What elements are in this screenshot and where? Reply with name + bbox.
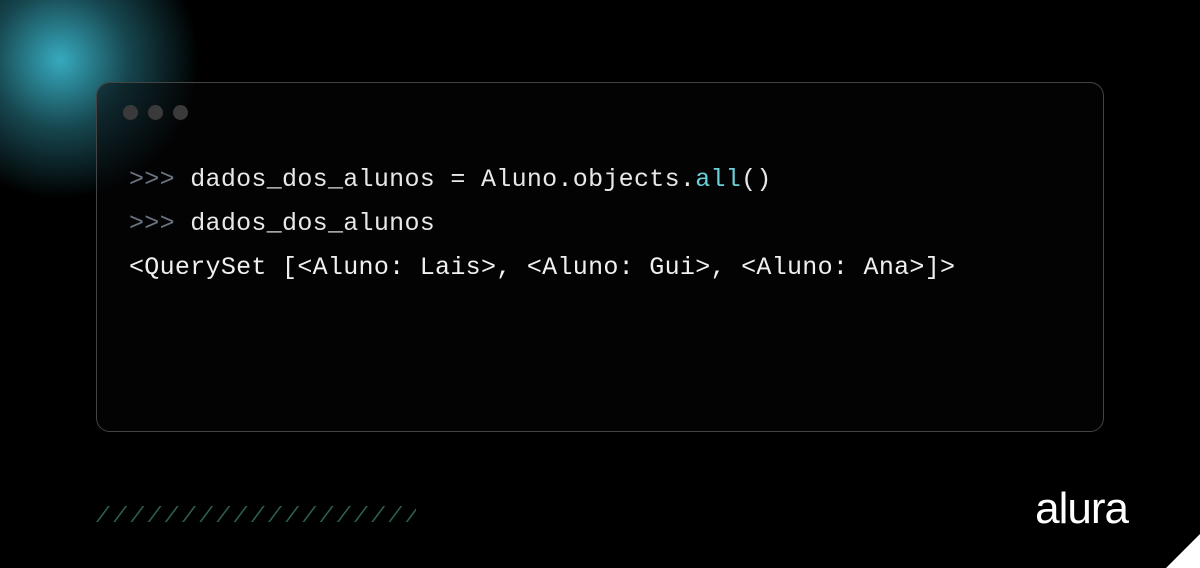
window-control-close-icon xyxy=(123,105,138,120)
prompt: >>> xyxy=(129,165,190,194)
method-highlight: all xyxy=(695,165,741,194)
window-control-minimize-icon xyxy=(148,105,163,120)
corner-cut-decoration xyxy=(1166,532,1200,568)
window-control-maximize-icon xyxy=(173,105,188,120)
brand-logo: alura xyxy=(1035,484,1128,534)
code-content: >>> dados_dos_alunos = Aluno.objects.all… xyxy=(97,120,1103,289)
output-line: <QuerySet [<Aluno: Lais>, <Aluno: Gui>, … xyxy=(129,246,1071,290)
code-line-2: >>> dados_dos_alunos xyxy=(129,202,1071,246)
code-text: dados_dos_alunos = Aluno.objects. xyxy=(190,165,695,194)
window-controls xyxy=(97,83,1103,120)
code-text: () xyxy=(741,165,772,194)
terminal-window: >>> dados_dos_alunos = Aluno.objects.all… xyxy=(96,82,1104,432)
code-line-1: >>> dados_dos_alunos = Aluno.objects.all… xyxy=(129,158,1071,202)
prompt: >>> xyxy=(129,209,190,238)
code-text: dados_dos_alunos xyxy=(190,209,435,238)
hatch-pattern-decoration: ///////////////////// xyxy=(96,504,416,526)
